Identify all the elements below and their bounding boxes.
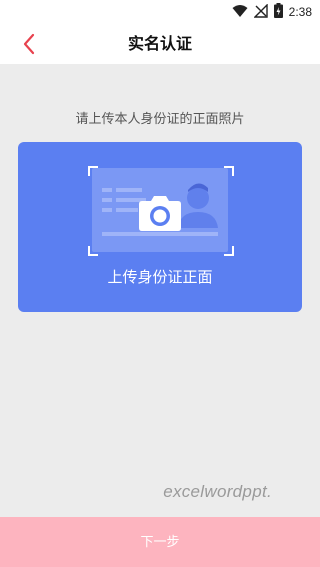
battery-charging-icon <box>273 2 283 22</box>
screen: 2:38 实名认证 请上传本人身份证的正面照片 上传身份证正面 excelwor… <box>0 0 320 567</box>
next-button[interactable]: 下一步 <box>0 517 320 567</box>
upload-label: 上传身份证正面 <box>107 268 213 286</box>
page-title: 实名认证 <box>127 34 192 53</box>
instruction-text: 请上传本人身份证的正面照片 <box>75 112 245 127</box>
frame-corner <box>224 166 234 176</box>
status-time: 2:38 <box>288 5 312 19</box>
status-icons: 2:38 <box>232 2 312 22</box>
frame-corner <box>224 246 234 256</box>
no-signal-icon <box>252 2 268 22</box>
chevron-left-icon <box>18 33 42 60</box>
frame-corner <box>88 166 98 176</box>
next-button-label: 下一步 <box>140 534 180 549</box>
upload-id-front-card[interactable]: 上传身份证正面 <box>18 142 302 312</box>
status-bar: 2:38 <box>0 0 320 24</box>
frame-corner <box>88 246 98 256</box>
back-button[interactable] <box>18 32 42 56</box>
watermark: excelwordppt. <box>163 482 272 501</box>
wifi-icon <box>232 3 248 22</box>
camera-icon <box>137 195 183 233</box>
nav-bar: 实名认证 <box>0 24 320 64</box>
